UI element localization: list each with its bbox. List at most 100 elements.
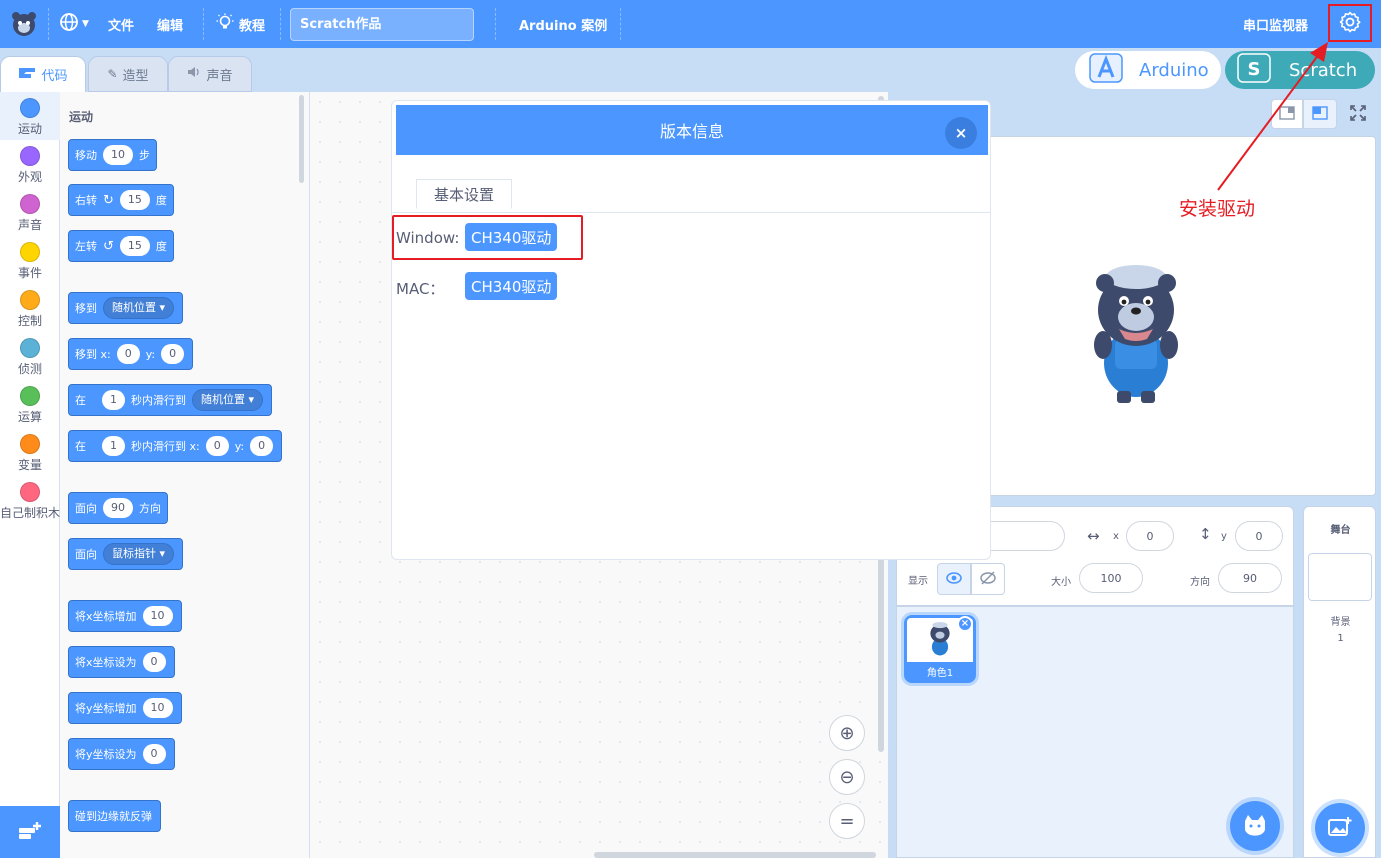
block-input[interactable]: 10 (103, 145, 133, 165)
window-driver-button[interactable]: CH340驱动 (465, 223, 558, 251)
mac-driver-button[interactable]: CH340驱动 (465, 272, 558, 300)
zoom-reset-button[interactable]: = (829, 803, 865, 839)
size-input[interactable]: 100 (1079, 563, 1143, 593)
tab-costumes[interactable]: ✎ 造型 (88, 56, 168, 92)
block-text: y: (234, 439, 245, 453)
tab-basic-settings[interactable]: 基本设置 (416, 179, 512, 209)
category-variables[interactable]: 变量 (0, 428, 60, 476)
category-events[interactable]: 事件 (0, 236, 60, 284)
category-label: 事件 (17, 266, 42, 280)
fullscreen-button[interactable] (1342, 99, 1374, 129)
block-text: 右转 (75, 194, 97, 207)
block-input[interactable]: 0 (142, 652, 166, 672)
block-input[interactable]: 0 (142, 744, 166, 764)
menu-tutorial[interactable]: 教程 (216, 0, 265, 48)
menu-file[interactable]: 文件 (108, 0, 134, 48)
block-glide-xy[interactable]: 在 1 秒内滑行到 x: 0 y: 0 (68, 430, 283, 462)
tab-costumes-label: 造型 (122, 68, 149, 84)
workspace-hscrollbar[interactable] (594, 852, 876, 858)
block-input[interactable]: 15 (119, 190, 150, 210)
category-label: 运算 (17, 410, 42, 424)
y-arrows-icon: ↕ (1199, 525, 1212, 543)
add-backdrop-button[interactable] (1315, 803, 1365, 853)
category-control[interactable]: 控制 (0, 284, 60, 332)
block-input[interactable]: 1 (102, 390, 125, 410)
block-input[interactable]: 90 (103, 498, 133, 518)
sprite-name-label: 角色1 (926, 668, 954, 679)
looks-dot (20, 146, 40, 166)
block-dropdown[interactable]: 随机位置 ▾ (103, 297, 175, 319)
block-input[interactable]: 0 (116, 344, 140, 364)
block-text: 在 (75, 394, 86, 407)
category-motion[interactable]: 运动 (0, 92, 60, 140)
variables-dot (20, 434, 40, 454)
block-turn-left[interactable]: 左转 ↺ 15 度 (68, 230, 174, 262)
sprite-thumbnail[interactable]: × 角色1 (904, 615, 976, 683)
block-text: 将x坐标增加 (75, 610, 137, 623)
speaker-icon (187, 66, 201, 82)
show-visible-button[interactable] (937, 563, 971, 595)
category-my-blocks[interactable]: 自己制积木 (0, 476, 60, 524)
block-input[interactable]: 10 (142, 698, 173, 718)
block-dropdown[interactable]: 随机位置 ▾ (192, 389, 264, 411)
y-input[interactable]: 0 (1235, 521, 1283, 551)
block-goto[interactable]: 移到 随机位置 ▾ (68, 292, 184, 324)
x-input[interactable]: 0 (1126, 521, 1174, 551)
mode-arduino-button[interactable]: Arduino (1075, 51, 1221, 89)
mac-label: MAC： (396, 280, 445, 298)
block-input[interactable]: 1 (102, 436, 125, 456)
settings-button[interactable] (1328, 4, 1372, 42)
block-bounce[interactable]: 碰到边缘就反弹 (68, 800, 161, 832)
palette-scrollbar[interactable] (299, 95, 304, 183)
block-input[interactable]: 10 (142, 606, 173, 626)
app-logo[interactable] (10, 0, 38, 48)
tab-sounds[interactable]: 声音 (168, 56, 252, 92)
block-set-x[interactable]: 将x坐标设为 0 (68, 646, 175, 678)
block-input[interactable]: 0 (161, 344, 185, 364)
block-input[interactable]: 15 (119, 236, 150, 256)
sprite-bear[interactable] (1091, 265, 1181, 410)
block-text: 面向 (75, 548, 97, 561)
block-text: 步 (139, 149, 150, 162)
menu-arduino-examples[interactable]: Arduino 案例 (519, 0, 607, 48)
dropdown-value: 随机位置 (201, 393, 245, 406)
block-input[interactable]: 0 (250, 436, 274, 456)
block-goto-xy[interactable]: 移到 x: 0 y: 0 (68, 338, 194, 370)
block-point-direction[interactable]: 面向 90 方向 (68, 492, 168, 524)
block-text: y: (145, 347, 156, 361)
block-dropdown[interactable]: 鼠标指针 ▾ (103, 543, 175, 565)
block-turn-right[interactable]: 右转 ↻ 15 度 (68, 184, 174, 216)
category-label: 自己制积木 (0, 506, 61, 520)
zoom-in-button[interactable]: ⊕ (829, 715, 865, 751)
extension-button[interactable] (0, 806, 60, 858)
close-button[interactable]: × (945, 117, 977, 149)
category-sensing[interactable]: 侦测 (0, 332, 60, 380)
category-looks[interactable]: 外观 (0, 140, 60, 188)
menu-edit[interactable]: 编辑 (157, 0, 183, 48)
block-point-towards[interactable]: 面向 鼠标指针 ▾ (68, 538, 184, 570)
delete-sprite-icon[interactable]: × (957, 616, 973, 632)
direction-input[interactable]: 90 (1218, 563, 1282, 593)
block-move-steps[interactable]: 移动 10 步 (68, 139, 157, 171)
direction-label: 方向 (1190, 577, 1210, 588)
hide-button[interactable] (971, 563, 1005, 595)
block-change-x[interactable]: 将x坐标增加 10 (68, 600, 182, 632)
stage-panel[interactable]: 舞台 背景 1 (1303, 506, 1376, 858)
block-input[interactable]: 0 (205, 436, 229, 456)
category-operators[interactable]: 运算 (0, 380, 60, 428)
add-sprite-button[interactable] (1230, 801, 1280, 851)
category-sound[interactable]: 声音 (0, 188, 60, 236)
tab-code[interactable]: 代码 (0, 56, 86, 92)
zoom-out-button[interactable]: ⊖ (829, 759, 865, 795)
stage-thumbnail[interactable] (1308, 553, 1372, 601)
block-set-y[interactable]: 将y坐标设为 0 (68, 738, 175, 770)
block-change-y[interactable]: 将y坐标增加 10 (68, 692, 182, 724)
category-menu: 运动 外观 声音 事件 控制 侦测 运算 变量 自己制积木 (0, 92, 60, 858)
block-glide[interactable]: 在 1 秒内滑行到 随机位置 ▾ (68, 384, 273, 416)
chevron-down-icon: ▼ (82, 19, 89, 29)
events-dot (20, 242, 40, 262)
project-title-input[interactable]: Scratch作品 (290, 8, 474, 41)
size-label: 大小 (1051, 577, 1071, 588)
language-button[interactable]: ▼ (59, 0, 89, 48)
sound-dot (20, 194, 40, 214)
